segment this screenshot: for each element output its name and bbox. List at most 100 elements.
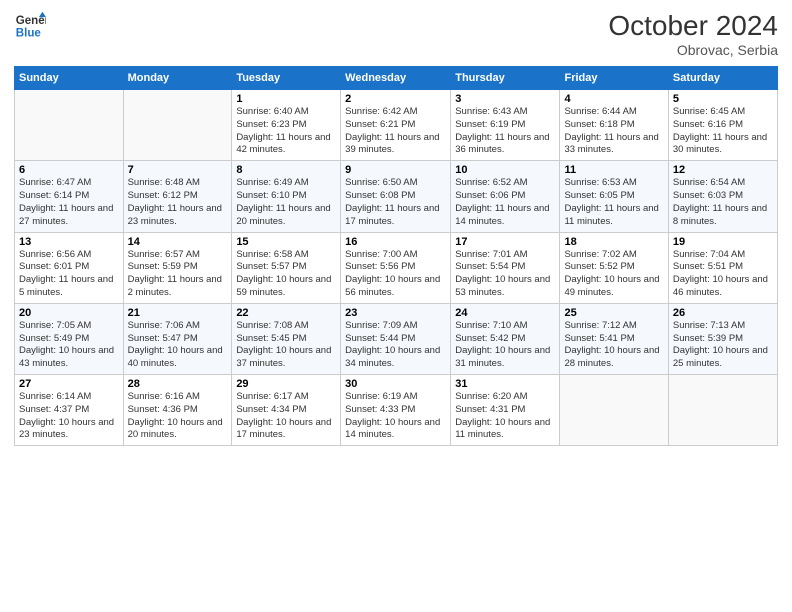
day-info: Sunrise: 6:57 AMSunset: 5:59 PMDaylight:… [128,249,228,300]
title-block: October 2024 Obrovac, Serbia [608,10,778,58]
day-number: 17 [455,236,555,248]
header-friday: Friday [560,67,668,90]
day-info: Sunrise: 7:04 AMSunset: 5:51 PMDaylight:… [673,249,773,300]
day-info: Sunrise: 6:44 AMSunset: 6:18 PMDaylight:… [564,106,663,157]
day-number: 16 [345,236,446,248]
day-number: 23 [345,307,446,319]
table-row [668,375,777,446]
day-number: 21 [128,307,228,319]
day-info: Sunrise: 6:40 AMSunset: 6:23 PMDaylight:… [236,106,336,157]
day-info: Sunrise: 7:01 AMSunset: 5:54 PMDaylight:… [455,249,555,300]
header-sunday: Sunday [15,67,124,90]
day-number: 9 [345,164,446,176]
day-info: Sunrise: 7:13 AMSunset: 5:39 PMDaylight:… [673,320,773,371]
day-number: 18 [564,236,663,248]
table-row: 17Sunrise: 7:01 AMSunset: 5:54 PMDayligh… [451,232,560,303]
day-info: Sunrise: 6:53 AMSunset: 6:05 PMDaylight:… [564,177,663,228]
day-info: Sunrise: 6:49 AMSunset: 6:10 PMDaylight:… [236,177,336,228]
header-thursday: Thursday [451,67,560,90]
table-row: 16Sunrise: 7:00 AMSunset: 5:56 PMDayligh… [341,232,451,303]
table-row: 12Sunrise: 6:54 AMSunset: 6:03 PMDayligh… [668,161,777,232]
day-info: Sunrise: 6:17 AMSunset: 4:34 PMDaylight:… [236,391,336,442]
weekday-header-row: Sunday Monday Tuesday Wednesday Thursday… [15,67,778,90]
table-row: 7Sunrise: 6:48 AMSunset: 6:12 PMDaylight… [123,161,232,232]
day-number: 30 [345,378,446,390]
day-info: Sunrise: 6:47 AMSunset: 6:14 PMDaylight:… [19,177,119,228]
day-info: Sunrise: 6:48 AMSunset: 6:12 PMDaylight:… [128,177,228,228]
day-number: 27 [19,378,119,390]
day-info: Sunrise: 7:02 AMSunset: 5:52 PMDaylight:… [564,249,663,300]
page-header: General Blue October 2024 Obrovac, Serbi… [14,10,778,58]
table-row: 8Sunrise: 6:49 AMSunset: 6:10 PMDaylight… [232,161,341,232]
table-row: 23Sunrise: 7:09 AMSunset: 5:44 PMDayligh… [341,303,451,374]
day-number: 19 [673,236,773,248]
day-info: Sunrise: 6:19 AMSunset: 4:33 PMDaylight:… [345,391,446,442]
table-row: 20Sunrise: 7:05 AMSunset: 5:49 PMDayligh… [15,303,124,374]
day-number: 3 [455,93,555,105]
day-info: Sunrise: 6:50 AMSunset: 6:08 PMDaylight:… [345,177,446,228]
day-info: Sunrise: 6:16 AMSunset: 4:36 PMDaylight:… [128,391,228,442]
table-row: 9Sunrise: 6:50 AMSunset: 6:08 PMDaylight… [341,161,451,232]
day-info: Sunrise: 7:00 AMSunset: 5:56 PMDaylight:… [345,249,446,300]
day-info: Sunrise: 6:42 AMSunset: 6:21 PMDaylight:… [345,106,446,157]
table-row [15,90,124,161]
day-info: Sunrise: 7:12 AMSunset: 5:41 PMDaylight:… [564,320,663,371]
day-info: Sunrise: 7:05 AMSunset: 5:49 PMDaylight:… [19,320,119,371]
day-number: 4 [564,93,663,105]
table-row: 18Sunrise: 7:02 AMSunset: 5:52 PMDayligh… [560,232,668,303]
day-number: 12 [673,164,773,176]
day-number: 20 [19,307,119,319]
table-row: 11Sunrise: 6:53 AMSunset: 6:05 PMDayligh… [560,161,668,232]
day-info: Sunrise: 7:06 AMSunset: 5:47 PMDaylight:… [128,320,228,371]
location-title: Obrovac, Serbia [608,42,778,58]
month-title: October 2024 [608,10,778,42]
day-info: Sunrise: 7:08 AMSunset: 5:45 PMDaylight:… [236,320,336,371]
day-info: Sunrise: 6:54 AMSunset: 6:03 PMDaylight:… [673,177,773,228]
day-number: 15 [236,236,336,248]
day-number: 29 [236,378,336,390]
table-row: 5Sunrise: 6:45 AMSunset: 6:16 PMDaylight… [668,90,777,161]
table-row: 13Sunrise: 6:56 AMSunset: 6:01 PMDayligh… [15,232,124,303]
header-monday: Monday [123,67,232,90]
table-row: 27Sunrise: 6:14 AMSunset: 4:37 PMDayligh… [15,375,124,446]
day-info: Sunrise: 6:58 AMSunset: 5:57 PMDaylight:… [236,249,336,300]
table-row: 3Sunrise: 6:43 AMSunset: 6:19 PMDaylight… [451,90,560,161]
table-row: 15Sunrise: 6:58 AMSunset: 5:57 PMDayligh… [232,232,341,303]
day-number: 2 [345,93,446,105]
day-info: Sunrise: 6:52 AMSunset: 6:06 PMDaylight:… [455,177,555,228]
table-row [560,375,668,446]
day-info: Sunrise: 6:20 AMSunset: 4:31 PMDaylight:… [455,391,555,442]
day-number: 26 [673,307,773,319]
table-row: 14Sunrise: 6:57 AMSunset: 5:59 PMDayligh… [123,232,232,303]
day-info: Sunrise: 6:14 AMSunset: 4:37 PMDaylight:… [19,391,119,442]
table-row: 26Sunrise: 7:13 AMSunset: 5:39 PMDayligh… [668,303,777,374]
day-number: 31 [455,378,555,390]
table-row: 24Sunrise: 7:10 AMSunset: 5:42 PMDayligh… [451,303,560,374]
calendar-table: Sunday Monday Tuesday Wednesday Thursday… [14,66,778,446]
day-number: 1 [236,93,336,105]
table-row: 28Sunrise: 6:16 AMSunset: 4:36 PMDayligh… [123,375,232,446]
day-number: 5 [673,93,773,105]
table-row: 21Sunrise: 7:06 AMSunset: 5:47 PMDayligh… [123,303,232,374]
table-row: 1Sunrise: 6:40 AMSunset: 6:23 PMDaylight… [232,90,341,161]
table-row: 19Sunrise: 7:04 AMSunset: 5:51 PMDayligh… [668,232,777,303]
table-row: 4Sunrise: 6:44 AMSunset: 6:18 PMDaylight… [560,90,668,161]
day-number: 14 [128,236,228,248]
table-row: 31Sunrise: 6:20 AMSunset: 4:31 PMDayligh… [451,375,560,446]
day-info: Sunrise: 6:56 AMSunset: 6:01 PMDaylight:… [19,249,119,300]
day-number: 28 [128,378,228,390]
day-info: Sunrise: 6:45 AMSunset: 6:16 PMDaylight:… [673,106,773,157]
day-number: 11 [564,164,663,176]
day-number: 13 [19,236,119,248]
day-number: 6 [19,164,119,176]
table-row: 6Sunrise: 6:47 AMSunset: 6:14 PMDaylight… [15,161,124,232]
table-row: 2Sunrise: 6:42 AMSunset: 6:21 PMDaylight… [341,90,451,161]
table-row: 22Sunrise: 7:08 AMSunset: 5:45 PMDayligh… [232,303,341,374]
header-tuesday: Tuesday [232,67,341,90]
table-row: 10Sunrise: 6:52 AMSunset: 6:06 PMDayligh… [451,161,560,232]
day-info: Sunrise: 7:10 AMSunset: 5:42 PMDaylight:… [455,320,555,371]
table-row: 25Sunrise: 7:12 AMSunset: 5:41 PMDayligh… [560,303,668,374]
day-number: 22 [236,307,336,319]
header-saturday: Saturday [668,67,777,90]
svg-text:Blue: Blue [16,28,42,40]
